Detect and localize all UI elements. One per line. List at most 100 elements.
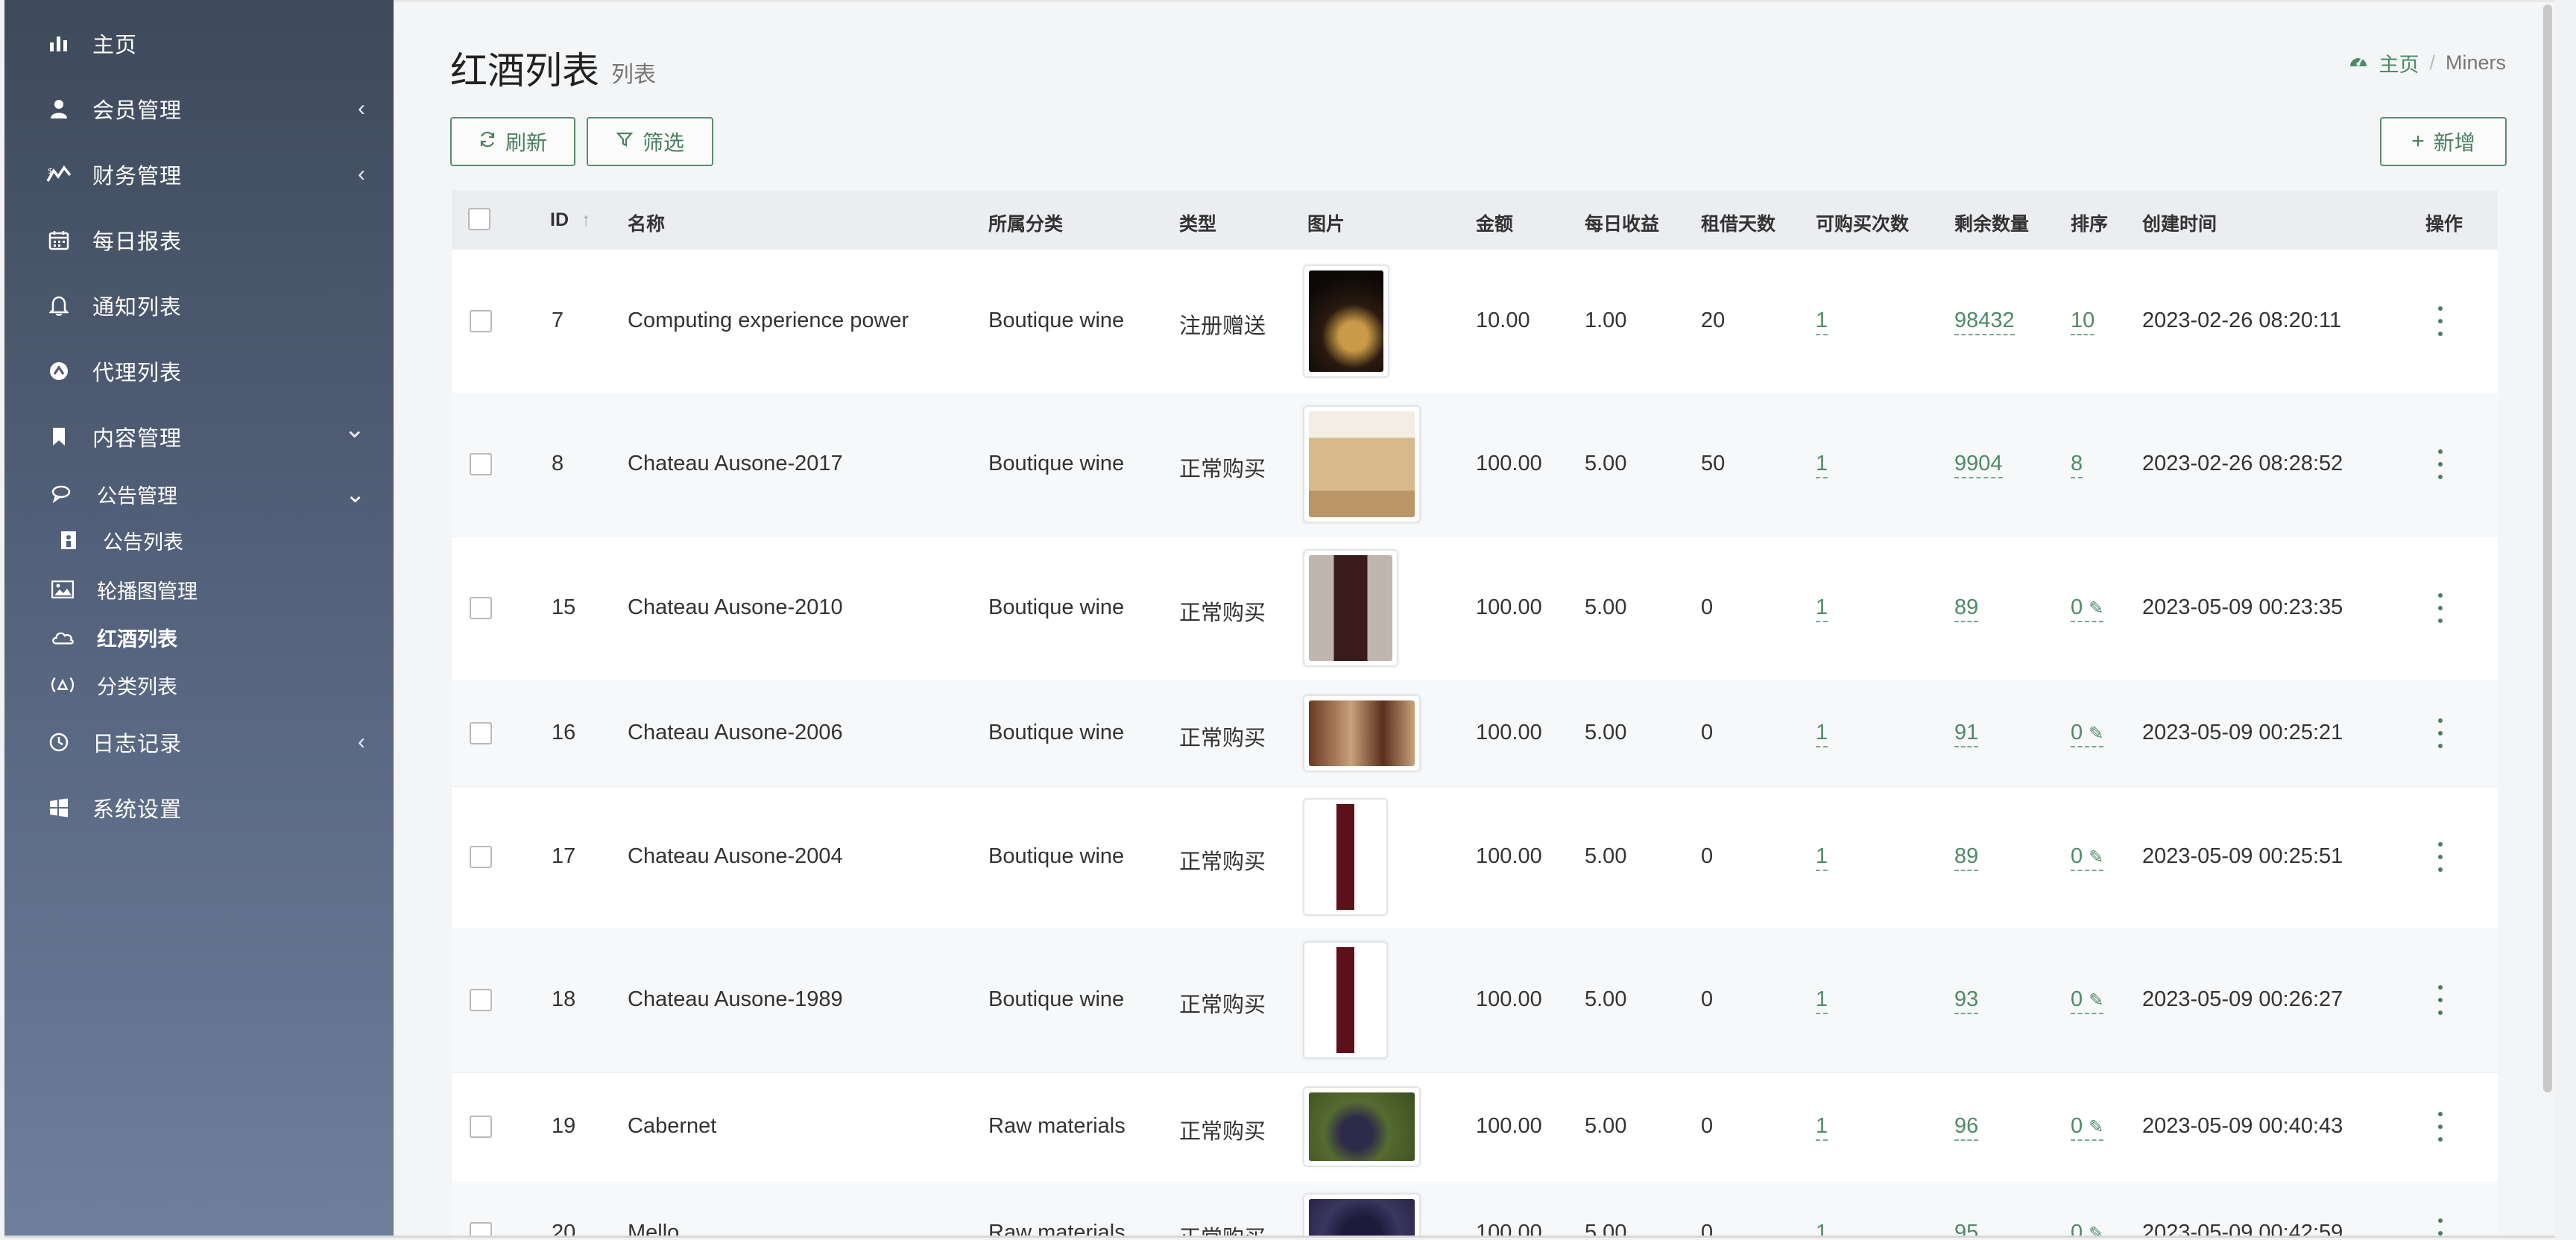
cell-remaining[interactable]: 91	[1954, 721, 1979, 747]
wine-thumbnail[interactable]	[1303, 405, 1421, 523]
sidebar-item-members[interactable]: 会员管理 ‹	[4, 79, 394, 139]
column-id[interactable]: ID ↑	[550, 209, 590, 231]
sidebar: 主页 会员管理 ‹ $ 财务管理 ‹ 每日报表 通知列表 代理列表 内容管理 ⌄…	[4, 0, 394, 1236]
column-actions: 操作	[2425, 214, 2463, 235]
cell-id: 8	[552, 452, 564, 475]
cell-remaining[interactable]: 96	[1954, 1114, 1979, 1141]
row-checkbox[interactable]	[470, 846, 492, 868]
row-checkbox[interactable]	[470, 453, 492, 475]
sort-arrow-icon: ↑	[581, 209, 591, 230]
row-checkbox[interactable]	[470, 1222, 492, 1236]
wine-image	[1309, 700, 1415, 766]
agent-icon	[46, 358, 72, 384]
image-icon	[51, 578, 75, 601]
sidebar-item-finance[interactable]: $ 财务管理 ‹	[4, 145, 394, 204]
scrollbar[interactable]	[2543, 4, 2552, 1092]
column-category: 所属分类	[988, 214, 1064, 235]
sidebar-item-label: 内容管理	[92, 427, 183, 451]
wine-thumbnail[interactable]	[1303, 1193, 1421, 1236]
column-remaining: 剩余数量	[1954, 214, 2030, 235]
column-sort: 排序	[2071, 214, 2109, 235]
refresh-button[interactable]: 刷新	[450, 117, 575, 166]
row-actions-icon[interactable]	[2431, 306, 2449, 336]
cell-sort[interactable]: 0 ✎	[2071, 987, 2104, 1014]
cell-id: 19	[552, 1114, 576, 1138]
cell-remaining[interactable]: 89	[1954, 595, 1979, 622]
sidebar-item-logs[interactable]: 日志记录 ‹	[4, 712, 394, 772]
row-checkbox[interactable]	[470, 1116, 492, 1138]
cell-purchasable-times[interactable]: 1	[1816, 452, 1828, 478]
breadcrumb-separator: /	[2429, 51, 2435, 74]
cloud-icon	[51, 625, 75, 649]
row-checkbox[interactable]	[470, 597, 492, 619]
cell-purchasable-times[interactable]: 1	[1816, 1221, 1828, 1236]
cell-daily-income: 5.00	[1585, 595, 1627, 619]
cell-purchasable-times[interactable]: 1	[1816, 987, 1828, 1014]
cell-sort[interactable]: 10	[2071, 309, 2095, 335]
row-checkbox[interactable]	[470, 310, 492, 332]
row-actions-icon[interactable]	[2431, 718, 2449, 748]
wine-thumbnail[interactable]	[1303, 695, 1421, 772]
row-actions-icon[interactable]	[2431, 1112, 2449, 1142]
row-actions-icon[interactable]	[2431, 449, 2449, 479]
cell-sort[interactable]: 0 ✎	[2071, 844, 2104, 871]
cell-purchasable-times[interactable]: 1	[1816, 844, 1828, 871]
cell-sort[interactable]: 8	[2071, 452, 2083, 478]
sidebar-item-content[interactable]: 内容管理 ⌄	[4, 407, 394, 466]
filter-button[interactable]: 筛选	[587, 117, 713, 166]
row-actions-icon[interactable]	[2431, 593, 2449, 623]
cell-sort[interactable]: 0 ✎	[2071, 595, 2104, 622]
cell-purchasable-times[interactable]: 1	[1816, 1114, 1828, 1141]
sidebar-item-label: 日志记录	[92, 733, 183, 756]
cell-purchasable-times[interactable]: 1	[1816, 721, 1828, 747]
wine-thumbnail[interactable]	[1303, 1086, 1421, 1167]
cell-type: 正常购买	[1179, 1120, 1266, 1144]
sidebar-item-home[interactable]: 主页	[4, 13, 394, 73]
cell-remaining[interactable]: 9904	[1954, 452, 2003, 478]
sidebar-item-categories[interactable]: 分类列表	[4, 662, 394, 708]
cell-sort[interactable]: 0 ✎	[2071, 721, 2104, 747]
sidebar-item-announcement-list[interactable]: 公告列表	[4, 517, 394, 563]
wine-image	[1309, 804, 1382, 910]
sidebar-item-announcement[interactable]: 公告管理 ⌄	[4, 471, 394, 517]
row-actions-icon[interactable]	[2431, 842, 2449, 872]
sidebar-item-label: 财务管理	[92, 165, 183, 189]
sidebar-item-wine-list[interactable]: 红酒列表	[4, 614, 394, 660]
cell-purchasable-times[interactable]: 1	[1816, 595, 1828, 622]
cell-sort[interactable]: 0 ✎	[2071, 1221, 2104, 1236]
wine-thumbnail[interactable]	[1303, 798, 1388, 916]
chevron-down-icon: ⌄	[345, 481, 365, 507]
cell-purchasable-times[interactable]: 1	[1816, 309, 1828, 335]
table-row: 8 Chateau Ausone-2017 Boutique wine 正常购买 100…	[452, 393, 2498, 537]
row-actions-icon[interactable]	[2431, 985, 2449, 1015]
cell-category: Raw materials	[988, 1221, 1126, 1238]
row-actions-icon[interactable]	[2431, 1218, 2449, 1236]
sidebar-item-daily-report[interactable]: 每日报表	[4, 210, 394, 270]
sidebar-item-agents[interactable]: 代理列表	[4, 341, 394, 401]
cell-remaining[interactable]: 95	[1954, 1221, 1979, 1236]
cell-daily-income: 5.00	[1585, 452, 1627, 475]
cell-remaining[interactable]: 89	[1954, 844, 1979, 871]
sidebar-item-settings[interactable]: 系统设置	[4, 778, 394, 838]
add-button[interactable]: + 新增	[2380, 117, 2507, 166]
cell-remaining[interactable]: 98432	[1954, 309, 2015, 335]
cell-created: 2023-05-09 00:26:27	[2142, 987, 2343, 1011]
sidebar-item-banner[interactable]: 轮播图管理	[4, 566, 394, 613]
wine-thumbnail[interactable]	[1303, 941, 1388, 1059]
breadcrumb-home[interactable]: 主页	[2378, 48, 2419, 78]
cell-name: Cabernet	[628, 1114, 717, 1138]
select-all-checkbox[interactable]	[468, 208, 490, 230]
cell-remaining[interactable]: 93	[1954, 987, 1979, 1014]
wine-thumbnail[interactable]	[1303, 549, 1398, 667]
cell-sort[interactable]: 0 ✎	[2071, 1114, 2104, 1141]
main-content: 红酒列表 列表 主页 / Miners 刷新 筛选 + 新增 ID ↑ 名称 所…	[394, 0, 2555, 1238]
plus-icon: +	[2411, 129, 2425, 154]
column-daily-income: 每日收益	[1585, 214, 1660, 235]
row-checkbox[interactable]	[470, 722, 492, 744]
sidebar-item-notifications[interactable]: 通知列表	[4, 276, 394, 335]
row-checkbox[interactable]	[470, 989, 492, 1011]
id-card-icon	[57, 528, 80, 552]
finance-icon: $	[46, 162, 72, 187]
wine-thumbnail[interactable]	[1303, 265, 1389, 378]
cell-type: 正常购买	[1179, 458, 1266, 481]
